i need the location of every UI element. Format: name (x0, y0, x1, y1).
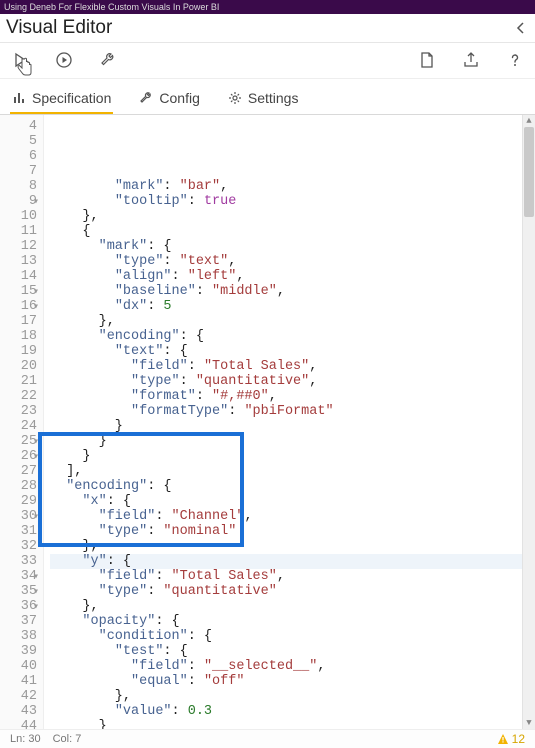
help-button[interactable] (503, 48, 527, 72)
editor-toolbar (0, 42, 535, 79)
scroll-down-button[interactable]: ▼ (523, 717, 535, 729)
warnings-indicator[interactable]: 12 (497, 732, 525, 746)
wrench-icon (139, 91, 153, 105)
scroll-thumb[interactable] (524, 127, 534, 217)
editor-statusbar: Ln: 30 Col: 7 12 (0, 729, 535, 748)
share-icon (462, 51, 480, 69)
new-spec-button[interactable] (415, 48, 439, 72)
tab-label: Settings (248, 90, 299, 106)
code-editor[interactable]: 456789▾101112131415▾16▾17181920212223242… (0, 114, 535, 730)
tab-label: Config (159, 90, 199, 106)
document-icon (418, 51, 436, 69)
help-icon (506, 51, 524, 69)
video-caption: Using Deneb For Flexible Custom Visuals … (0, 0, 535, 14)
warning-icon (497, 733, 509, 745)
collapse-panel-button[interactable] (507, 14, 535, 42)
gear-icon (228, 91, 242, 105)
tab-settings[interactable]: Settings (226, 90, 301, 114)
export-button[interactable] (459, 48, 483, 72)
wrench-icon (99, 51, 117, 69)
repair-format-button[interactable] (96, 48, 120, 72)
tab-specification[interactable]: Specification (10, 90, 113, 114)
tab-config[interactable]: Config (137, 90, 201, 114)
panel-title: Visual Editor (0, 14, 535, 43)
play-icon (11, 51, 29, 69)
editor-tabs: Specification Config Settings (0, 78, 535, 115)
status-column: Col: 7 (53, 733, 82, 745)
chevron-left-icon (515, 22, 527, 34)
warning-count: 12 (512, 732, 525, 746)
apply-button[interactable] (8, 48, 32, 72)
chart-bar-icon (12, 91, 26, 105)
tab-label: Specification (32, 90, 111, 106)
auto-apply-button[interactable] (52, 48, 76, 72)
play-circle-icon (55, 51, 73, 69)
code-content[interactable]: "mark": "bar", "tooltip": true }, { "mar… (44, 115, 535, 729)
line-number-gutter: 456789▾101112131415▾16▾17181920212223242… (0, 115, 44, 729)
editor-scrollbar[interactable]: ▲ ▼ (522, 115, 535, 729)
scroll-up-button[interactable]: ▲ (523, 115, 535, 127)
status-line: Ln: 30 (10, 733, 41, 745)
